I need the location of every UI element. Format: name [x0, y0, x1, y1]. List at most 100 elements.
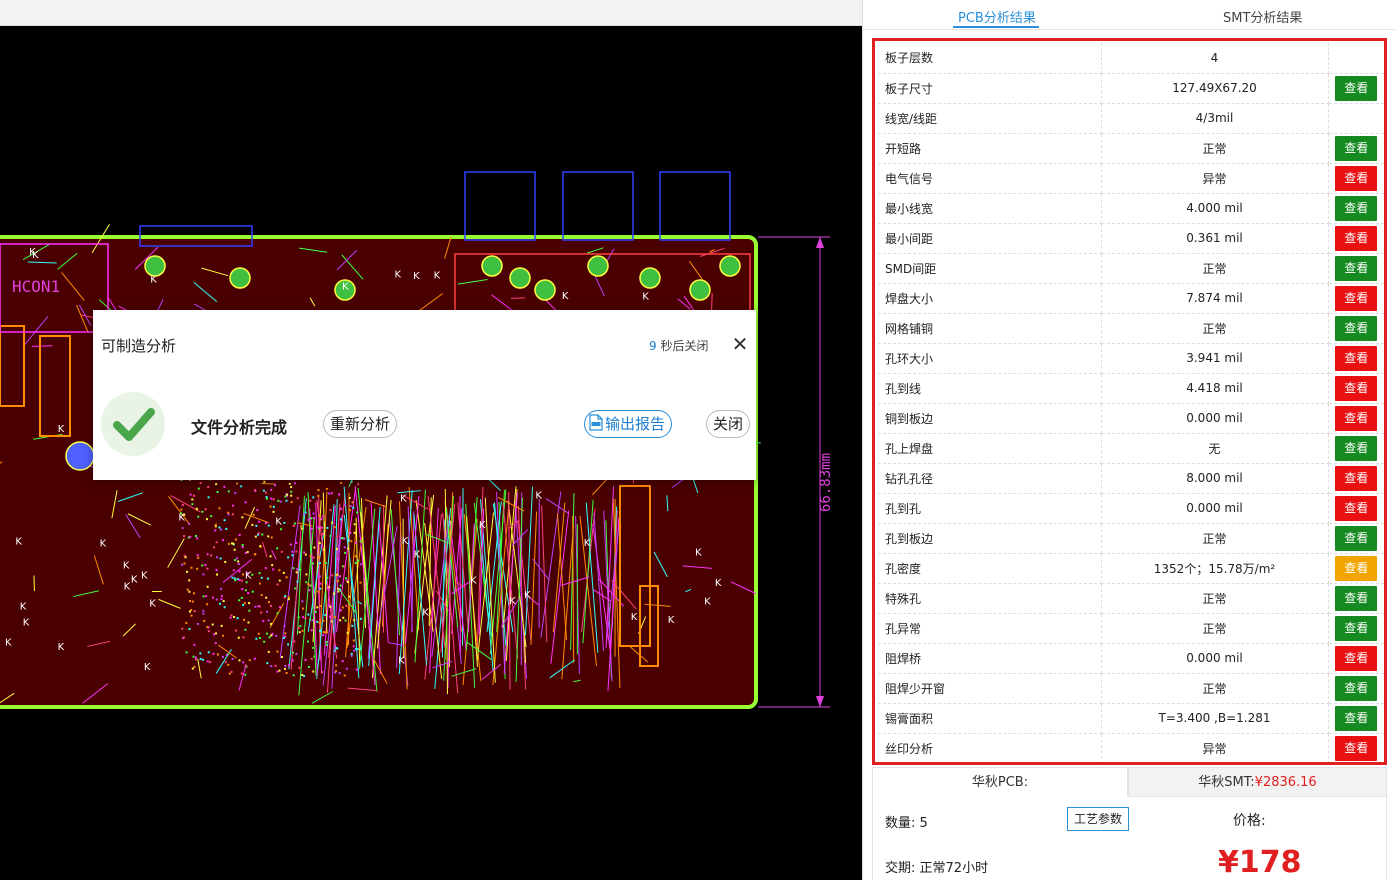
view-button[interactable]: 查看 — [1335, 75, 1378, 101]
svg-text:K: K — [509, 596, 516, 607]
view-button[interactable]: 查看 — [1335, 495, 1378, 521]
result-row: 孔到板边 正常 查看 — [878, 523, 1384, 554]
price-label: 价格: — [1233, 813, 1266, 829]
result-action-cell: 查看 — [1328, 403, 1384, 434]
svg-text:K: K — [20, 601, 27, 612]
view-button[interactable]: 查看 — [1335, 525, 1378, 551]
result-action-cell: 查看 — [1328, 253, 1384, 284]
view-button[interactable]: 查看 — [1335, 645, 1378, 671]
summary-tab-smt[interactable]: 华秋SMT:¥2836.16 — [1128, 767, 1387, 797]
svg-text:K: K — [342, 281, 349, 292]
result-row: 特殊孔 正常 查看 — [878, 583, 1384, 614]
price-value: ¥178 — [1218, 845, 1302, 880]
view-button[interactable]: 查看 — [1335, 255, 1378, 281]
view-button[interactable]: 查看 — [1335, 705, 1378, 731]
view-button[interactable]: 查看 — [1335, 285, 1378, 311]
result-value: 正常 — [1101, 133, 1329, 164]
svg-text:K: K — [668, 615, 675, 626]
result-label: 网格铺铜 — [878, 313, 1102, 344]
result-label: 线宽/线距 — [878, 103, 1102, 134]
success-check-icon — [101, 392, 165, 456]
view-button[interactable]: 查看 — [1335, 555, 1378, 581]
close-button[interactable]: 关闭 — [706, 410, 751, 438]
svg-text:K: K — [642, 292, 649, 303]
result-value: 4 — [1101, 43, 1329, 74]
result-value: 0.361 mil — [1101, 223, 1329, 254]
view-button[interactable]: 查看 — [1335, 405, 1378, 431]
view-button[interactable]: 查看 — [1335, 225, 1378, 251]
result-value: 正常 — [1101, 583, 1329, 614]
delivery-value: 正常72小时 — [919, 861, 989, 876]
result-action-cell: 查看 — [1328, 223, 1384, 254]
svg-text:K: K — [470, 575, 477, 586]
result-action-cell: 查看 — [1328, 283, 1384, 314]
svg-text:K: K — [123, 560, 130, 571]
dimension-label: 66.83mm — [818, 453, 834, 512]
result-row: 网格铺铜 正常 查看 — [878, 313, 1384, 344]
result-action-cell: 查看 — [1328, 133, 1384, 164]
export-report-button[interactable]: 输出报告 — [584, 410, 673, 438]
result-label: 最小间距 — [878, 223, 1102, 254]
view-button[interactable]: 查看 — [1335, 465, 1378, 491]
svg-text:K: K — [124, 582, 131, 593]
result-row: 孔到孔 0.000 mil 查看 — [878, 493, 1384, 524]
result-row: 电气信号 异常 查看 — [878, 163, 1384, 194]
result-row: 孔密度 1352个；15.78万/m² 查看 — [878, 553, 1384, 584]
view-button[interactable]: 查看 — [1335, 195, 1378, 221]
svg-text:K: K — [413, 271, 420, 282]
svg-text:K: K — [23, 618, 30, 629]
view-button[interactable]: 查看 — [1335, 135, 1378, 161]
quantity-value: 5 — [919, 816, 928, 831]
svg-text:K: K — [524, 590, 531, 601]
result-action-cell: 查看 — [1328, 613, 1384, 644]
tab-smt-results[interactable]: SMT分析结果 — [1223, 7, 1302, 26]
reanalyze-label: 重新分析 — [330, 415, 391, 433]
connector-label: HCON1 — [12, 277, 60, 296]
result-row: 阻焊少开窗 正常 查看 — [878, 673, 1384, 704]
pdf-icon — [589, 414, 603, 431]
result-label: 最小线宽 — [878, 193, 1102, 224]
result-value: 4.000 mil — [1101, 193, 1329, 224]
result-action-cell: 查看 — [1328, 643, 1384, 674]
result-value: 异常 — [1101, 733, 1329, 762]
pcb-viewer[interactable]: KKKKKKKKKKKKKKKKKKKKKKKKKKKKKKKKKKKKKKKK… — [0, 26, 862, 880]
result-value: 0.000 mil — [1101, 643, 1329, 674]
result-value: 0.000 mil — [1101, 403, 1329, 434]
result-value: 正常 — [1101, 253, 1329, 284]
order-summary: 数量: 5 工艺参数 价格: 交期: 正常72小时 ¥178 — [872, 797, 1387, 880]
result-label: SMD间距 — [878, 253, 1102, 284]
result-action-cell: 查看 — [1328, 313, 1384, 344]
svg-text:K: K — [58, 642, 65, 653]
analysis-panel: PCB分析结果 SMT分析结果 板子层数 4 板子尺寸 127.49X67.20 查看线… — [862, 0, 1395, 880]
view-button[interactable]: 查看 — [1335, 375, 1378, 401]
result-value: 8.000 mil — [1101, 463, 1329, 494]
view-button[interactable]: 查看 — [1335, 615, 1378, 641]
result-label: 孔到板边 — [878, 523, 1102, 554]
result-label: 电气信号 — [878, 163, 1102, 194]
result-value: 127.49X67.20 — [1101, 73, 1329, 104]
view-button[interactable]: 查看 — [1335, 165, 1378, 191]
svg-text:K: K — [131, 575, 138, 586]
reanalyze-button[interactable]: 重新分析 — [323, 410, 398, 438]
view-button[interactable]: 查看 — [1335, 345, 1378, 371]
svg-text:K: K — [100, 539, 107, 550]
result-row: 铜到板边 0.000 mil 查看 — [878, 403, 1384, 434]
dialog-close-icon[interactable]: ✕ — [730, 334, 750, 354]
result-row: 钻孔孔径 8.000 mil 查看 — [878, 463, 1384, 494]
tab-pcb-results[interactable]: PCB分析结果 — [958, 7, 1036, 26]
result-row: 板子层数 4 — [878, 43, 1384, 74]
view-button[interactable]: 查看 — [1335, 315, 1378, 341]
view-button[interactable]: 查看 — [1335, 675, 1378, 701]
summary-tab-pcb[interactable]: 华秋PCB: — [872, 767, 1128, 797]
view-button[interactable]: 查看 — [1335, 435, 1378, 461]
svg-text:K: K — [58, 424, 65, 435]
result-label: 阻焊少开窗 — [878, 673, 1102, 704]
results-list[interactable]: 板子层数 4 板子尺寸 127.49X67.20 查看 线宽/线距 4/3mil 开短路 正常查… — [872, 38, 1387, 765]
view-button[interactable]: 查看 — [1335, 735, 1378, 761]
svg-text:K: K — [434, 271, 441, 282]
process-params-button[interactable]: 工艺参数 — [1067, 807, 1130, 831]
close-label: 关闭 — [713, 415, 744, 433]
svg-text:K: K — [422, 607, 429, 618]
result-row: 最小线宽 4.000 mil 查看 — [878, 193, 1384, 224]
view-button[interactable]: 查看 — [1335, 585, 1378, 611]
